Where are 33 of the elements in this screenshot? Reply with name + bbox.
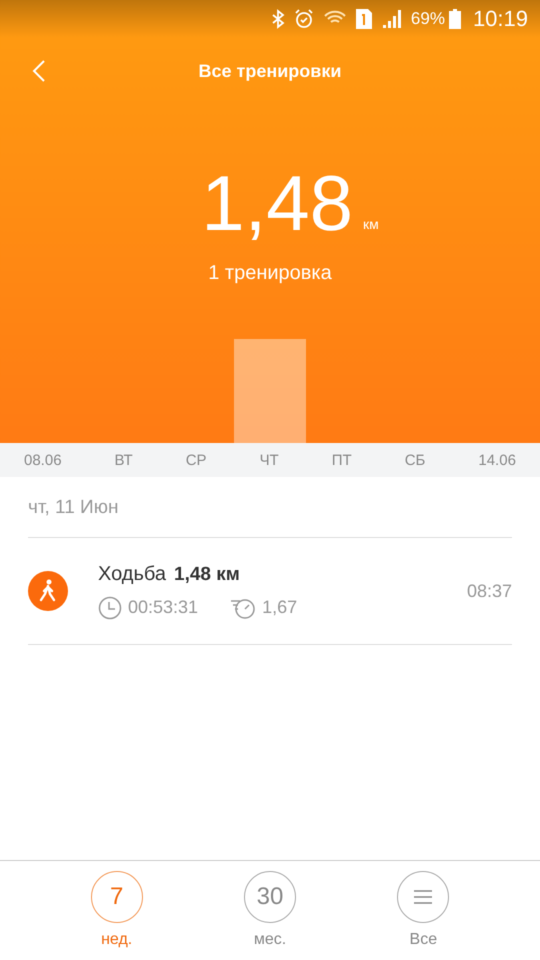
period-tab[interactable]: 30 мес. <box>244 861 296 960</box>
workout-pace: 1,67 <box>262 597 298 618</box>
menu-icon <box>413 889 434 905</box>
screen-title: Все тренировки <box>198 60 342 82</box>
alarm-icon <box>292 8 315 30</box>
period-tab[interactable]: 7 нед. <box>90 861 143 960</box>
battery-percent: 69% <box>410 9 445 29</box>
tab-circle: 30 <box>244 871 296 923</box>
day-label: СР <box>186 452 207 468</box>
workout-name: Ходьба <box>98 562 166 586</box>
day-label: СБ <box>404 452 426 468</box>
tab-circle: 7 <box>90 871 143 923</box>
day-label: 08.06 <box>24 452 62 468</box>
day-label: ЧТ <box>260 452 279 468</box>
day-label: ВТ <box>114 452 133 468</box>
bluetooth-icon <box>270 9 285 29</box>
workout-duration: 00:53:31 <box>128 597 198 618</box>
day-label: 14.06 <box>478 452 516 468</box>
sim-icon <box>354 8 373 30</box>
clock-icon <box>98 596 122 620</box>
signal-icon <box>380 9 403 29</box>
distance-value: 1,48 <box>201 164 354 242</box>
day-label: ПТ <box>332 452 352 468</box>
workout-time: 08:37 <box>466 580 512 602</box>
battery-icon <box>448 9 461 29</box>
period-tab[interactable]: Все <box>397 861 450 960</box>
date-heading: чт, 11 Июн <box>28 497 512 538</box>
back-icon[interactable] <box>32 59 46 83</box>
walking-icon <box>28 571 68 611</box>
distance-unit: км <box>363 216 379 232</box>
clock: 10:19 <box>472 6 528 32</box>
workout-count: 1 тренировка <box>208 262 332 285</box>
workout-distance: 1,48 км <box>174 564 240 586</box>
